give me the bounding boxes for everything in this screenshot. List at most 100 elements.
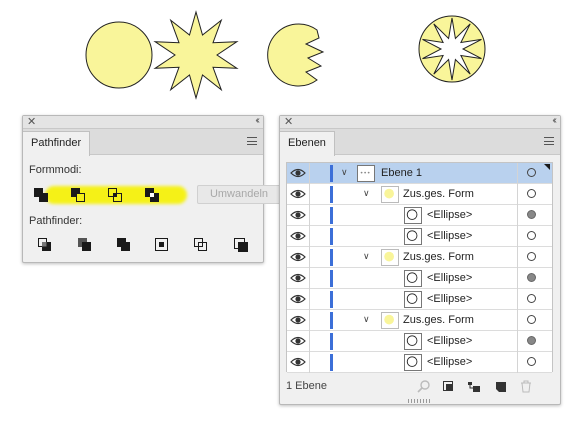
lock-toggle[interactable] xyxy=(309,352,310,373)
trim-icon[interactable] xyxy=(77,237,93,253)
expand-chevron-icon[interactable]: ∨ xyxy=(363,188,370,199)
ellipse-row[interactable]: <Ellipse> xyxy=(287,331,552,352)
unite-icon[interactable] xyxy=(33,187,49,203)
row-label: <Ellipse> xyxy=(427,209,473,221)
ellipse-row[interactable]: <Ellipse> xyxy=(287,289,552,310)
ellipse-row[interactable]: <Ellipse> xyxy=(287,205,552,226)
panel-menu-icon[interactable] xyxy=(544,137,554,145)
tab-pathfinder[interactable]: Pathfinder xyxy=(23,131,91,156)
visibility-eye-icon[interactable] xyxy=(290,167,306,179)
lock-toggle[interactable] xyxy=(309,205,310,226)
lock-toggle[interactable] xyxy=(309,268,310,289)
divider xyxy=(517,310,518,331)
tab-layers[interactable]: Ebenen xyxy=(280,131,335,156)
visibility-eye-icon[interactable] xyxy=(290,230,306,242)
lock-toggle[interactable] xyxy=(309,289,310,310)
target-circle-icon[interactable] xyxy=(527,168,536,177)
divider xyxy=(517,289,518,310)
layer-color-bar xyxy=(330,228,333,245)
target-circle-icon[interactable] xyxy=(527,294,536,303)
close-icon[interactable]: ✕ xyxy=(284,115,293,128)
thumbnail xyxy=(404,354,422,371)
layers-panel: ✕ ‹‹ Ebenen ∨ Ebene 1 ∨ Zus.ges. Form <Ellip… xyxy=(279,115,561,405)
lock-toggle[interactable] xyxy=(309,226,310,247)
thumbnail xyxy=(404,207,422,224)
row-label: <Ellipse> xyxy=(427,230,473,242)
visibility-eye-icon[interactable] xyxy=(290,209,306,221)
lock-toggle[interactable] xyxy=(309,247,310,268)
tabbar: Ebenen xyxy=(280,129,560,156)
target-circle-icon[interactable] xyxy=(527,336,536,345)
layer-color-bar xyxy=(330,312,333,329)
divider xyxy=(517,268,518,289)
lock-toggle[interactable] xyxy=(309,331,310,352)
panel-titlebar[interactable]: ✕ ‹‹ xyxy=(280,115,560,129)
intersect-icon[interactable] xyxy=(107,187,123,203)
compound-shape-row[interactable]: ∨ Zus.ges. Form xyxy=(287,310,552,331)
divide-icon[interactable] xyxy=(37,237,53,253)
target-circle-icon[interactable] xyxy=(527,357,536,366)
visibility-eye-icon[interactable] xyxy=(290,335,306,347)
divider xyxy=(517,226,518,247)
resize-grip[interactable] xyxy=(408,399,430,403)
ellipse-row[interactable]: <Ellipse> xyxy=(287,268,552,289)
subtracted-circle-shape xyxy=(267,23,325,87)
new-sublayer-icon[interactable] xyxy=(467,380,481,393)
minus-back-icon[interactable] xyxy=(233,237,249,253)
visibility-eye-icon[interactable] xyxy=(290,272,306,284)
visibility-eye-icon[interactable] xyxy=(290,188,306,200)
compound-shape-row[interactable]: ∨ Zus.ges. Form xyxy=(287,184,552,205)
target-circle-icon[interactable] xyxy=(527,231,536,240)
delete-icon[interactable] xyxy=(519,380,533,393)
thumbnail xyxy=(404,333,422,350)
star-shape xyxy=(153,10,239,100)
make-clipping-mask-icon[interactable] xyxy=(442,380,456,393)
thumbnail xyxy=(404,270,422,287)
ellipse-row[interactable]: <Ellipse> xyxy=(287,352,552,373)
visibility-eye-icon[interactable] xyxy=(290,251,306,263)
collapse-icon[interactable]: ‹‹ xyxy=(255,115,259,126)
new-layer-icon[interactable] xyxy=(494,380,508,393)
layer-color-bar xyxy=(330,207,333,224)
crop-icon[interactable] xyxy=(154,237,170,253)
layer-color-bar xyxy=(330,291,333,308)
collapse-icon[interactable]: ‹‹ xyxy=(552,115,556,126)
layers-footer: 1 Ebene xyxy=(286,378,553,396)
visibility-eye-icon[interactable] xyxy=(290,293,306,305)
thumbnail xyxy=(404,228,422,245)
exclude-icon[interactable] xyxy=(144,187,160,203)
visibility-eye-icon[interactable] xyxy=(290,356,306,368)
target-circle-icon[interactable] xyxy=(527,210,536,219)
row-label: Ebene 1 xyxy=(381,167,422,179)
target-circle-icon[interactable] xyxy=(527,315,536,324)
row-label: Zus.ges. Form xyxy=(403,251,474,263)
layer-color-bar xyxy=(330,354,333,371)
expand-chevron-icon[interactable]: ∨ xyxy=(363,314,370,325)
ellipse-row[interactable]: <Ellipse> xyxy=(287,226,552,247)
panel-menu-icon[interactable] xyxy=(247,137,257,145)
convert-button[interactable]: Umwandeln xyxy=(197,185,281,204)
layer-row[interactable]: ∨ Ebene 1 xyxy=(287,163,552,184)
locate-object-icon[interactable] xyxy=(417,380,431,393)
layer-color-bar xyxy=(330,333,333,350)
thumbnail xyxy=(404,291,422,308)
visibility-eye-icon[interactable] xyxy=(290,314,306,326)
merge-icon[interactable] xyxy=(116,237,132,253)
target-circle-icon[interactable] xyxy=(527,273,536,282)
target-circle-icon[interactable] xyxy=(527,252,536,261)
lock-toggle[interactable] xyxy=(309,184,310,205)
compound-shape-row[interactable]: ∨ Zus.ges. Form xyxy=(287,247,552,268)
lock-toggle[interactable] xyxy=(309,163,310,184)
panel-titlebar[interactable]: ✕ ‹‹ xyxy=(23,115,263,129)
layer-count: 1 Ebene xyxy=(286,380,327,392)
expand-chevron-icon[interactable]: ∨ xyxy=(363,251,370,262)
expand-chevron-icon[interactable]: ∨ xyxy=(341,167,348,178)
layer-color-bar xyxy=(330,165,333,182)
target-circle-icon[interactable] xyxy=(527,189,536,198)
minus-front-icon[interactable] xyxy=(70,187,86,203)
artwork-canvas xyxy=(85,10,486,100)
close-icon[interactable]: ✕ xyxy=(27,115,36,128)
circle-shape xyxy=(85,21,153,89)
lock-toggle[interactable] xyxy=(309,310,310,331)
outline-icon[interactable] xyxy=(193,237,209,253)
